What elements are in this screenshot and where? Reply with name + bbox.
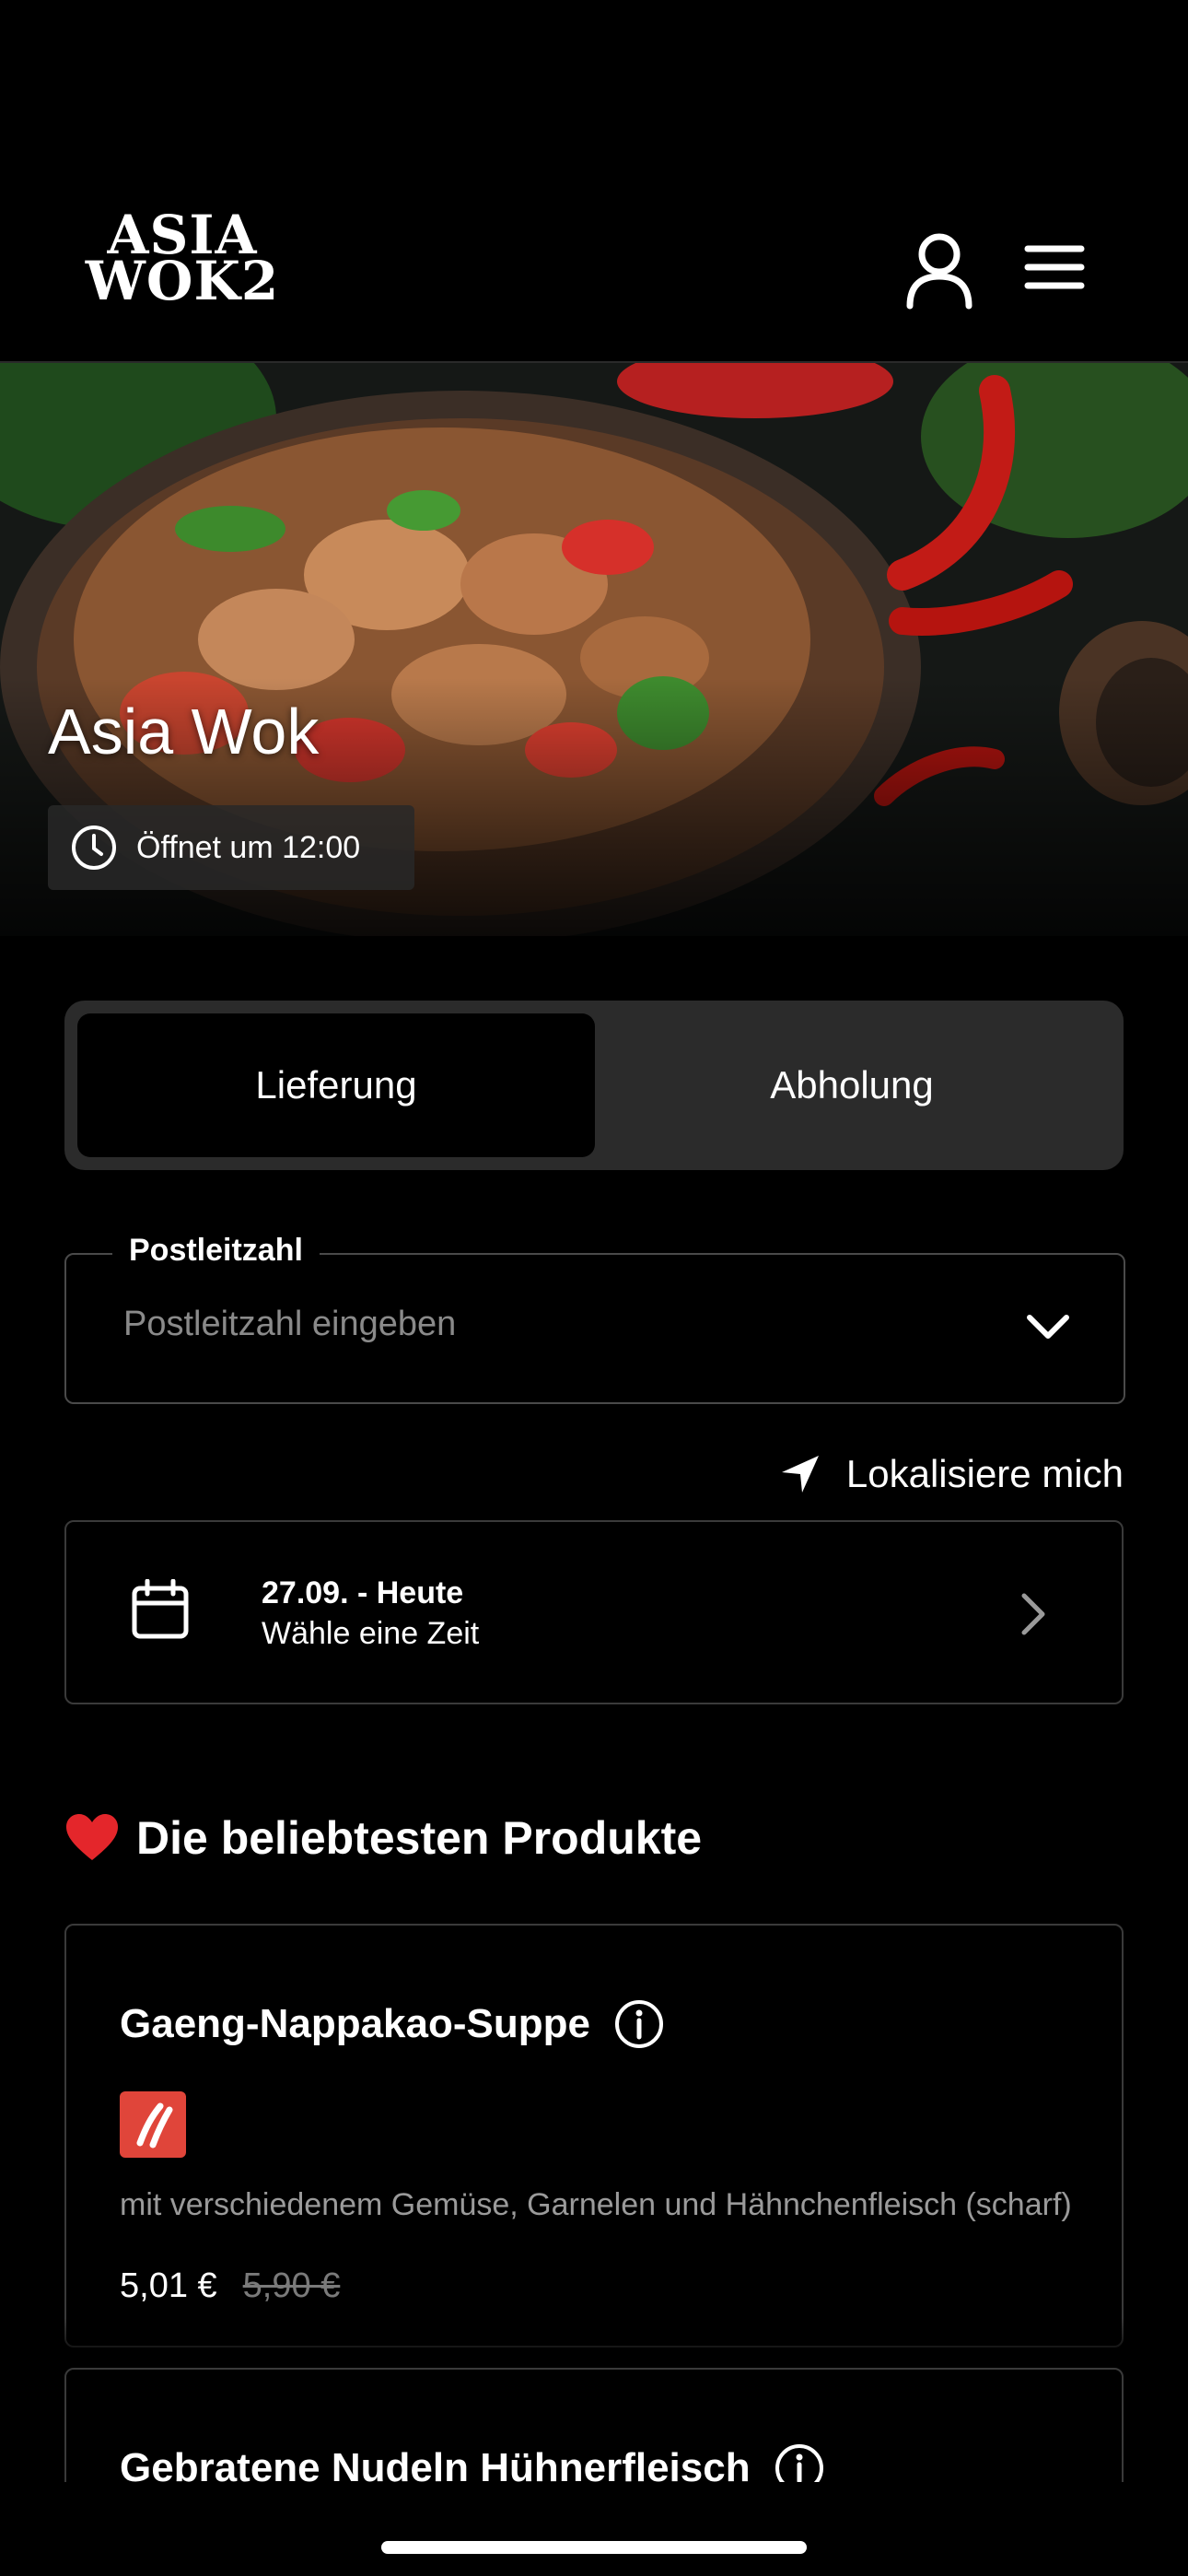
heart-icon: [66, 1814, 118, 1860]
product-old-price: 5,90 €: [242, 2266, 341, 2305]
order-mode-toggle: Lieferung Abholung: [64, 1001, 1124, 1170]
product-name: Gaeng-Nappakao-Suppe: [120, 2001, 590, 2046]
opening-status-badge: Öffnet um 12:00: [48, 805, 414, 890]
product-name-row: Gaeng-Nappakao-Suppe: [120, 1999, 664, 2049]
chevron-down-icon[interactable]: [1024, 1308, 1072, 1345]
hamburger-menu-icon: [1024, 245, 1085, 289]
status-bar-area: [0, 0, 1188, 175]
menu-button[interactable]: [1022, 240, 1087, 295]
info-icon[interactable]: [614, 1999, 664, 2049]
account-button[interactable]: [903, 228, 976, 311]
chevron-right-icon: [1021, 1593, 1045, 1635]
hero-banner: Asia Wok Öffnet um 12:00: [0, 363, 1188, 936]
chili-icon: [136, 2102, 173, 2149]
user-icon: [906, 233, 973, 310]
logo-line-2: WOK2: [85, 250, 280, 312]
popular-products-heading: Die beliebtesten Produkte: [64, 1811, 702, 1865]
delivery-tab[interactable]: Lieferung: [77, 1013, 595, 1157]
spicy-badge: [120, 2091, 186, 2158]
brand-logo[interactable]: ASIA WOK2: [81, 208, 284, 312]
restaurant-name: Asia Wok: [48, 696, 320, 767]
popular-products-title: Die beliebtesten Produkte: [136, 1812, 703, 1864]
product-price: 5,01 €: [120, 2266, 217, 2305]
postcode-label: Postleitzahl: [112, 1233, 320, 1269]
locate-me-label: Lokalisiere mich: [845, 1452, 1124, 1495]
selected-date: 27.09. - Heute: [262, 1575, 464, 1610]
postcode-select[interactable]: Postleitzahl: [64, 1233, 1125, 1404]
bottom-safe-area: [0, 2482, 1188, 2576]
location-arrow-icon: [781, 1456, 819, 1493]
product-description: mit verschiedenem Gemüse, Garnelen und H…: [120, 2187, 1072, 2222]
postcode-input[interactable]: [123, 1305, 952, 1344]
locate-me-button[interactable]: Lokalisiere mich: [780, 1446, 1124, 1502]
product-card[interactable]: Gaeng-Nappakao-Suppe mit verschiedenem G…: [64, 1924, 1124, 2348]
product-price-row: 5,01 € 5,90 €: [120, 2266, 340, 2306]
pickup-tab[interactable]: Abholung: [593, 1013, 1111, 1157]
scroll-fade: [0, 2318, 1188, 2364]
app-header: ASIA WOK2: [0, 175, 1188, 363]
clock-icon: [72, 825, 116, 870]
date-time-picker[interactable]: 27.09. - Heute Wähle eine Zeit: [64, 1520, 1124, 1704]
opening-status-text: Öffnet um 12:00: [136, 829, 361, 865]
home-indicator[interactable]: [381, 2541, 807, 2554]
calendar-icon: [132, 1579, 189, 1639]
time-prompt: Wähle eine Zeit: [262, 1616, 480, 1651]
